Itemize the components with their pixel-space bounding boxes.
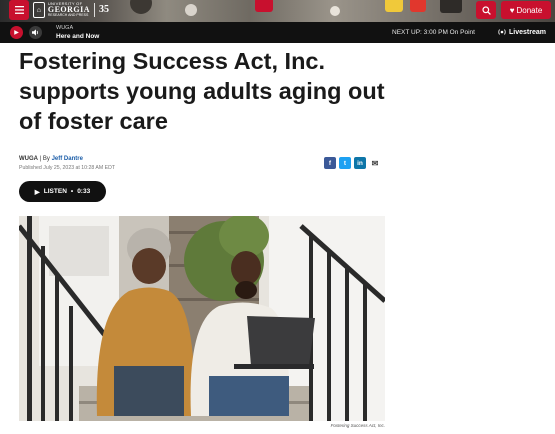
article-headline: Fostering Success Act, Inc. supports you… [19, 48, 385, 134]
site-header: ⌂ UNIVERSITY OF GEORGIA RESEARCH AND PRE… [0, 0, 555, 22]
search-button[interactable] [476, 1, 496, 19]
donate-label: Donate [516, 5, 543, 15]
current-program[interactable]: Here and Now [56, 33, 99, 40]
search-icon [481, 5, 491, 15]
publish-date: Published July 25, 2023 at 10:28 AM EDT [19, 165, 116, 171]
logo-wordmark: UNIVERSITY OF GEORGIA RESEARCH AND PRESS [47, 1, 91, 18]
linkedin-icon[interactable]: in [354, 157, 366, 169]
decorative-knob [255, 0, 273, 12]
live-player-bar: ▶ WUGA Here and Now NEXT UP: 3:00 PM On … [0, 22, 555, 43]
twitter-icon[interactable]: t [339, 157, 351, 169]
decorative-knob [440, 0, 462, 13]
email-icon[interactable]: ✉ [369, 157, 381, 169]
university-seal-icon: ⌂ [33, 2, 45, 18]
listen-dot: • [70, 188, 74, 195]
byline-by: | By [39, 156, 50, 162]
hamburger-icon [14, 6, 24, 14]
play-icon: ▶ [34, 188, 40, 196]
article-photo [19, 216, 385, 421]
logo-divider [94, 3, 95, 17]
facebook-icon[interactable]: f [324, 157, 336, 169]
play-button[interactable]: ▶ [10, 26, 23, 39]
heart-icon: ♥ [509, 5, 515, 15]
author-link[interactable]: Jeff Dantre [52, 156, 83, 162]
livestream-button[interactable]: Livestream [498, 28, 546, 36]
next-up-text: NEXT UP: 3:00 PM On Point [392, 29, 475, 36]
decorative-knob [185, 4, 197, 16]
decorative-knob [410, 0, 426, 12]
decorative-knob [385, 0, 403, 12]
play-icon: ▶ [14, 30, 19, 36]
photo-illustration [19, 216, 385, 421]
photo-credit: Fostering Success Act, Inc. [330, 423, 385, 428]
share-buttons: f t in ✉ [324, 157, 381, 169]
byline: WUGA | By Jeff Dantre [19, 156, 83, 162]
volume-icon [32, 29, 38, 36]
listen-label: LISTEN [43, 188, 67, 195]
volume-button[interactable] [29, 26, 42, 39]
byline-source: WUGA [19, 156, 38, 162]
donate-button[interactable]: ♥ Donate [501, 1, 551, 19]
listen-duration: 0:33 [77, 188, 91, 195]
decorative-knob [130, 0, 152, 14]
station-name: WUGA [56, 25, 74, 31]
site-logo[interactable]: ⌂ UNIVERSITY OF GEORGIA RESEARCH AND PRE… [33, 1, 109, 19]
listen-button[interactable]: ▶ LISTEN • 0:33 [19, 181, 106, 202]
anniversary-mark: 35 [99, 4, 109, 15]
livestream-label: Livestream [509, 28, 546, 36]
decorative-knob [330, 6, 340, 16]
broadcast-icon [498, 29, 506, 35]
menu-button[interactable] [9, 0, 29, 20]
